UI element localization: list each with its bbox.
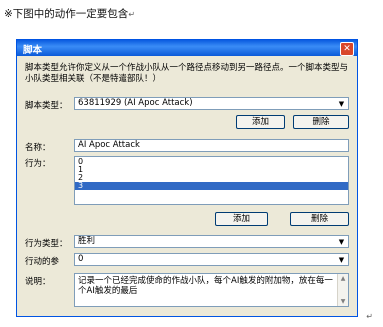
dialog-title: 脚本	[23, 45, 43, 56]
action-type-value: 胜利	[78, 236, 96, 246]
actions-list[interactable]: 0123	[74, 156, 349, 205]
chevron-down-icon[interactable]: ▼	[336, 255, 347, 264]
actions-label: 行为：	[25, 159, 51, 169]
note-text: 记录一个已经完成使命的作战小队，每个AI触发的附加物，放在每一个AI触发的最后	[78, 276, 333, 296]
action-list-item[interactable]: 2	[75, 174, 348, 182]
scroll-up-icon[interactable]: ▲	[338, 274, 348, 283]
close-button[interactable]: ✕	[340, 42, 354, 56]
add-script-button[interactable]: 添加	[236, 115, 285, 129]
scroll-down-icon[interactable]: ▼	[338, 297, 348, 306]
action-param-select[interactable]: 0 ▼	[74, 253, 349, 266]
return-mark: ↵	[128, 10, 136, 19]
name-input[interactable]: AI Apoc Attack	[74, 139, 349, 152]
dialog-titlebar[interactable]: 脚本 ✕	[17, 40, 357, 56]
return-mark: ↵	[366, 312, 373, 321]
action-type-select[interactable]: 胜利 ▼	[74, 235, 349, 248]
script-type-select[interactable]: 63811929 (AI Apoc Attack) ▼	[74, 97, 349, 110]
delete-action-button[interactable]: 删除	[290, 212, 349, 226]
action-param-label: 行动的参	[25, 257, 60, 267]
action-list-item[interactable]: 1	[75, 166, 348, 174]
action-type-label: 行为类型：	[25, 239, 68, 249]
delete-script-button[interactable]: 删除	[293, 115, 349, 129]
chevron-down-icon[interactable]: ▼	[336, 99, 347, 108]
note-label: 说明：	[25, 277, 51, 287]
action-list-item[interactable]: 0	[75, 158, 348, 166]
dialog-description: 脚本类型允许你定义从一个作战小队从一个路径点移动到另一路径点。一个脚本类型与小队…	[25, 63, 349, 84]
action-list-item[interactable]: 3	[75, 182, 348, 190]
close-icon: ✕	[343, 44, 351, 54]
script-type-value: 63811929 (AI Apoc Attack)	[78, 98, 193, 108]
action-param-value: 0	[78, 254, 84, 264]
name-label: 名称：	[25, 143, 51, 153]
page-heading: ※下图中的动作一定要包含↵	[4, 8, 136, 20]
note-textarea[interactable]: 记录一个已经完成使命的作战小队，每个AI触发的附加物，放在每一个AI触发的最后 …	[74, 273, 349, 307]
note-scrollbar[interactable]: ▲ ▼	[337, 274, 348, 306]
script-dialog: 脚本 ✕ 脚本类型允许你定义从一个作战小队从一个路径点移动到另一路径点。一个脚本…	[16, 39, 358, 317]
name-value: AI Apoc Attack	[78, 140, 140, 150]
script-type-label: 脚本类型：	[25, 101, 68, 111]
add-action-button[interactable]: 添加	[215, 212, 268, 226]
chevron-down-icon[interactable]: ▼	[336, 237, 347, 246]
